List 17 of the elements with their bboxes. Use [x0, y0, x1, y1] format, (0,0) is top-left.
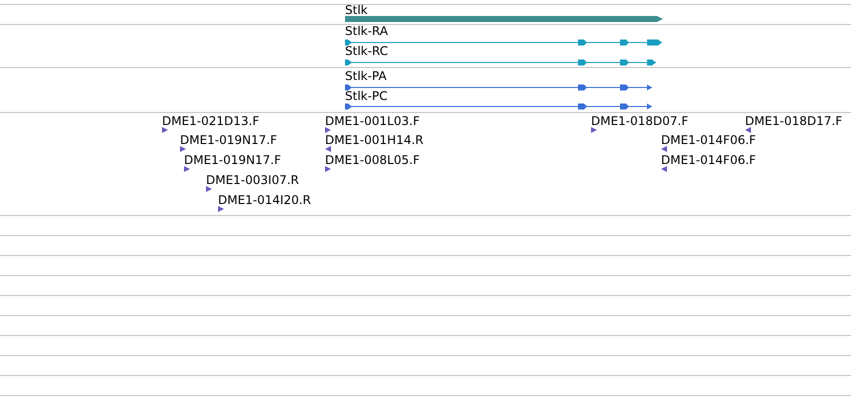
feature-label: DME1-001H14.R [325, 134, 424, 146]
feature-label: DME1-014F06.F [661, 154, 756, 166]
feature-label: DME1-021D13.F [162, 115, 260, 127]
feature-label: DME1-001L03.F [325, 115, 420, 127]
feature-label: Stlk-PC [345, 90, 388, 102]
feature-label: Stlk-RA [345, 25, 388, 37]
feature-label: DME1-014F06.F [661, 134, 756, 146]
feature-label: Stlk [345, 4, 368, 16]
feature-label: DME1-019N17.F [180, 134, 278, 146]
feature-label: DME1-014I20.R [218, 194, 312, 206]
feature-label: DME1-008L05.F [325, 154, 420, 166]
feature-label: Stlk-RC [345, 45, 388, 57]
feature-label: DME1-003I07.R [206, 174, 300, 186]
feature-label: DME1-018D07.F [591, 115, 688, 127]
feature-label: DME1-018D17.F [745, 115, 842, 127]
feature-label: Stlk-PA [345, 70, 387, 82]
feature-label: DME1-019N17.F [184, 154, 282, 166]
